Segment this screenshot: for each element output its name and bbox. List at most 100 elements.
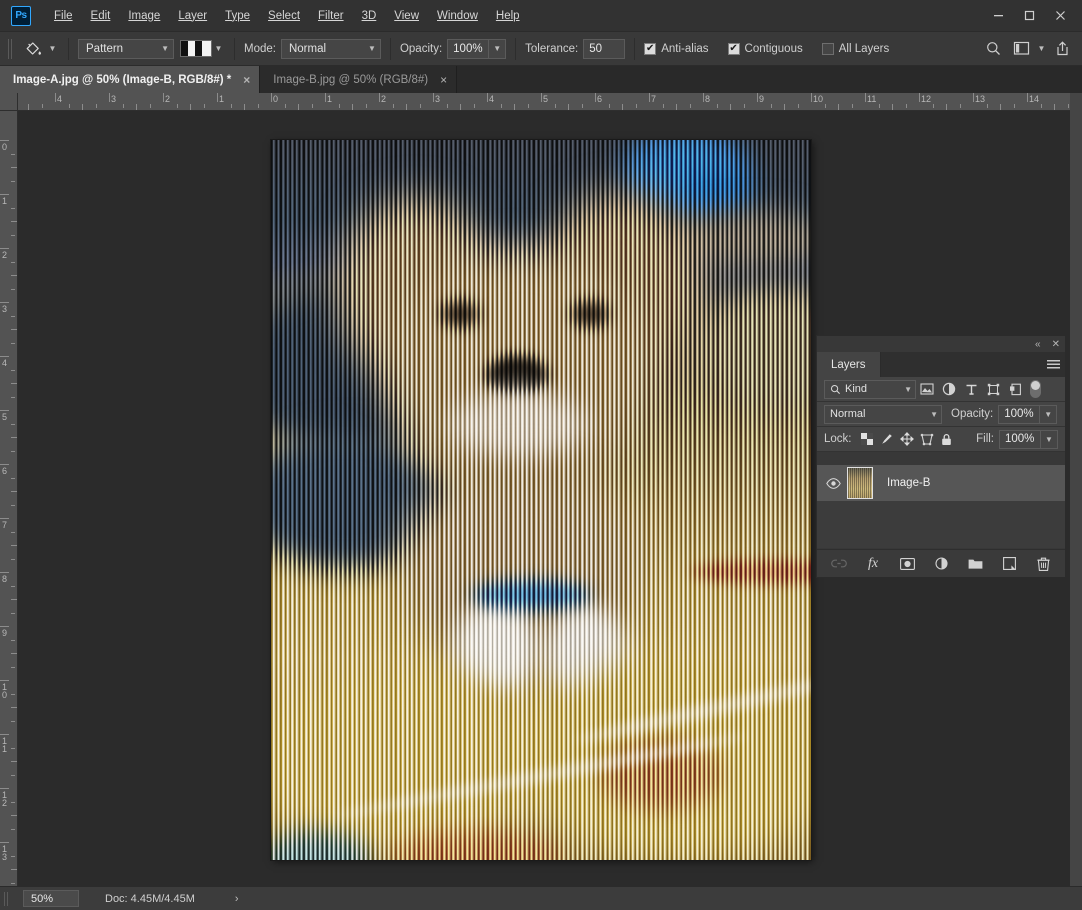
layer-thumbnail[interactable] (847, 467, 873, 499)
options-bar-grip[interactable] (8, 39, 13, 59)
tab-layers[interactable]: Layers (817, 352, 881, 377)
pattern-chevron-icon[interactable]: ▼ (212, 37, 225, 61)
menu-layer-label: Layer (178, 10, 207, 22)
layer-style-fx-icon[interactable]: fx (863, 554, 883, 574)
lock-all-icon[interactable] (937, 430, 957, 449)
type-layer-filter-icon[interactable] (960, 379, 982, 399)
pattern-picker[interactable]: ▼ (180, 37, 225, 61)
layer-filter-kind-dropdown[interactable]: Kind ▼ (824, 380, 916, 399)
ruler-minor-tick (11, 883, 15, 884)
ruler-minor-tick (11, 748, 15, 749)
lock-image-pixels-icon[interactable] (877, 430, 897, 449)
close-tab-icon[interactable]: × (440, 74, 447, 86)
lock-position-icon[interactable] (897, 430, 917, 449)
layer-list[interactable]: Image-B (817, 465, 1065, 548)
zoom-level-input[interactable]: 50% (23, 890, 79, 907)
menu-filter[interactable]: Filter (309, 6, 353, 26)
new-adjustment-layer-icon[interactable] (931, 554, 951, 574)
document-tab-image-a[interactable]: Image-A.jpg @ 50% (Image-B, RGB/8#) * × (0, 66, 260, 93)
search-icon[interactable] (979, 36, 1007, 62)
ruler-label: 11 (2, 737, 10, 753)
ruler-minor-tick (825, 104, 826, 108)
table-row[interactable]: Image-B (817, 465, 1065, 501)
pixel-layer-filter-icon[interactable] (916, 379, 938, 399)
menu-type[interactable]: Type (216, 6, 259, 26)
blend-mode-value: Normal (289, 43, 326, 55)
ruler-minor-tick (11, 275, 17, 276)
layer-fill-stepper[interactable]: ▼ (1041, 430, 1058, 449)
menu-3d[interactable]: 3D (353, 6, 386, 26)
all-layers-checkbox-row[interactable]: ✔ All Layers (822, 43, 895, 55)
contiguous-checkbox[interactable]: ✔ (728, 43, 740, 55)
horizontal-ruler[interactable]: 5432101234567891011121314 (0, 93, 1070, 111)
divider (634, 38, 635, 60)
smart-object-filter-icon[interactable] (1004, 379, 1026, 399)
ruler-label: 4 (55, 94, 62, 104)
layer-visibility-eye-icon[interactable] (822, 478, 844, 489)
status-bar-grip[interactable] (4, 892, 9, 906)
menu-file[interactable]: File (45, 6, 82, 26)
menu-layer[interactable]: Layer (169, 6, 216, 26)
link-layers-icon[interactable] (829, 554, 849, 574)
layer-blend-mode-dropdown[interactable]: Normal ▼ (824, 405, 942, 424)
menu-image[interactable]: Image (119, 6, 169, 26)
ruler-label: 2 (2, 251, 10, 259)
menu-help[interactable]: Help (487, 6, 529, 26)
lock-transparent-pixels-icon[interactable] (857, 430, 877, 449)
ruler-minor-tick (1041, 104, 1042, 108)
status-expand-arrow-icon[interactable]: › (235, 893, 239, 905)
close-button[interactable] (1045, 2, 1076, 28)
all-layers-checkbox[interactable]: ✔ (822, 43, 834, 55)
ruler-minor-tick (11, 815, 17, 816)
tool-preset-chevron-icon[interactable]: ▼ (46, 37, 59, 61)
tolerance-input[interactable]: 50 (583, 39, 625, 59)
share-icon[interactable] (1048, 36, 1076, 62)
workspace-chevron-down-icon[interactable]: ▼ (1035, 37, 1048, 61)
pattern-stripes-swatch[interactable] (180, 40, 212, 57)
ruler-minor-tick (366, 104, 367, 108)
minimize-button[interactable] (983, 2, 1014, 28)
document-tab-image-b[interactable]: Image-B.jpg @ 50% (RGB/8#) × (260, 66, 457, 93)
new-group-icon[interactable] (965, 554, 985, 574)
vertical-ruler[interactable]: 012345678910111213 (0, 111, 18, 886)
collapse-panel-icon[interactable]: « (1035, 339, 1041, 350)
ruler-minor-tick (582, 104, 583, 108)
menu-select[interactable]: Select (259, 6, 309, 26)
menu-bar: Ps File Edit Image Layer Type Select Fil… (0, 0, 1082, 31)
close-tab-icon[interactable]: × (243, 74, 250, 86)
menu-window[interactable]: Window (428, 6, 487, 26)
ruler-minor-tick (11, 262, 15, 263)
document-canvas[interactable] (271, 140, 811, 860)
shape-layer-filter-icon[interactable] (982, 379, 1004, 399)
layer-opacity-stepper[interactable]: ▼ (1040, 405, 1057, 424)
delete-layer-icon[interactable] (1033, 554, 1053, 574)
ruler-minor-tick (771, 104, 772, 108)
add-layer-mask-icon[interactable] (897, 554, 917, 574)
maximize-button[interactable] (1014, 2, 1045, 28)
blend-mode-dropdown[interactable]: Normal ▼ (281, 39, 381, 59)
anti-alias-checkbox-row[interactable]: ✔ Anti-alias (644, 43, 713, 55)
panel-title-bar[interactable]: « ✕ (817, 336, 1065, 352)
workspace-icon[interactable] (1007, 36, 1035, 62)
opacity-stepper[interactable]: ▼ (489, 39, 506, 59)
layer-opacity-input[interactable]: 100% (998, 405, 1040, 424)
lock-artboard-icon[interactable] (917, 430, 937, 449)
new-layer-icon[interactable] (999, 554, 1019, 574)
layer-fill-input[interactable]: 100% (999, 430, 1041, 449)
opacity-input[interactable]: 100% (447, 39, 489, 59)
contiguous-checkbox-row[interactable]: ✔ Contiguous (728, 43, 808, 55)
options-bar-right-tools: ▼ (979, 36, 1082, 62)
layer-filter-toggle[interactable] (1030, 380, 1041, 398)
menu-edit[interactable]: Edit (82, 6, 120, 26)
adjustment-layer-filter-icon[interactable] (938, 379, 960, 399)
close-panel-icon[interactable]: ✕ (1052, 339, 1060, 350)
anti-alias-checkbox[interactable]: ✔ (644, 43, 656, 55)
layer-name[interactable]: Image-B (887, 477, 930, 489)
panel-menu-button[interactable] (1041, 352, 1065, 377)
tool-preset-picker[interactable]: ▼ (20, 37, 59, 61)
ruler-minor-tick (393, 104, 394, 108)
paint-bucket-icon[interactable] (20, 37, 46, 61)
fill-source-dropdown[interactable]: Pattern ▼ (78, 39, 174, 59)
ruler-minor-tick (96, 104, 97, 108)
menu-view[interactable]: View (385, 6, 428, 26)
